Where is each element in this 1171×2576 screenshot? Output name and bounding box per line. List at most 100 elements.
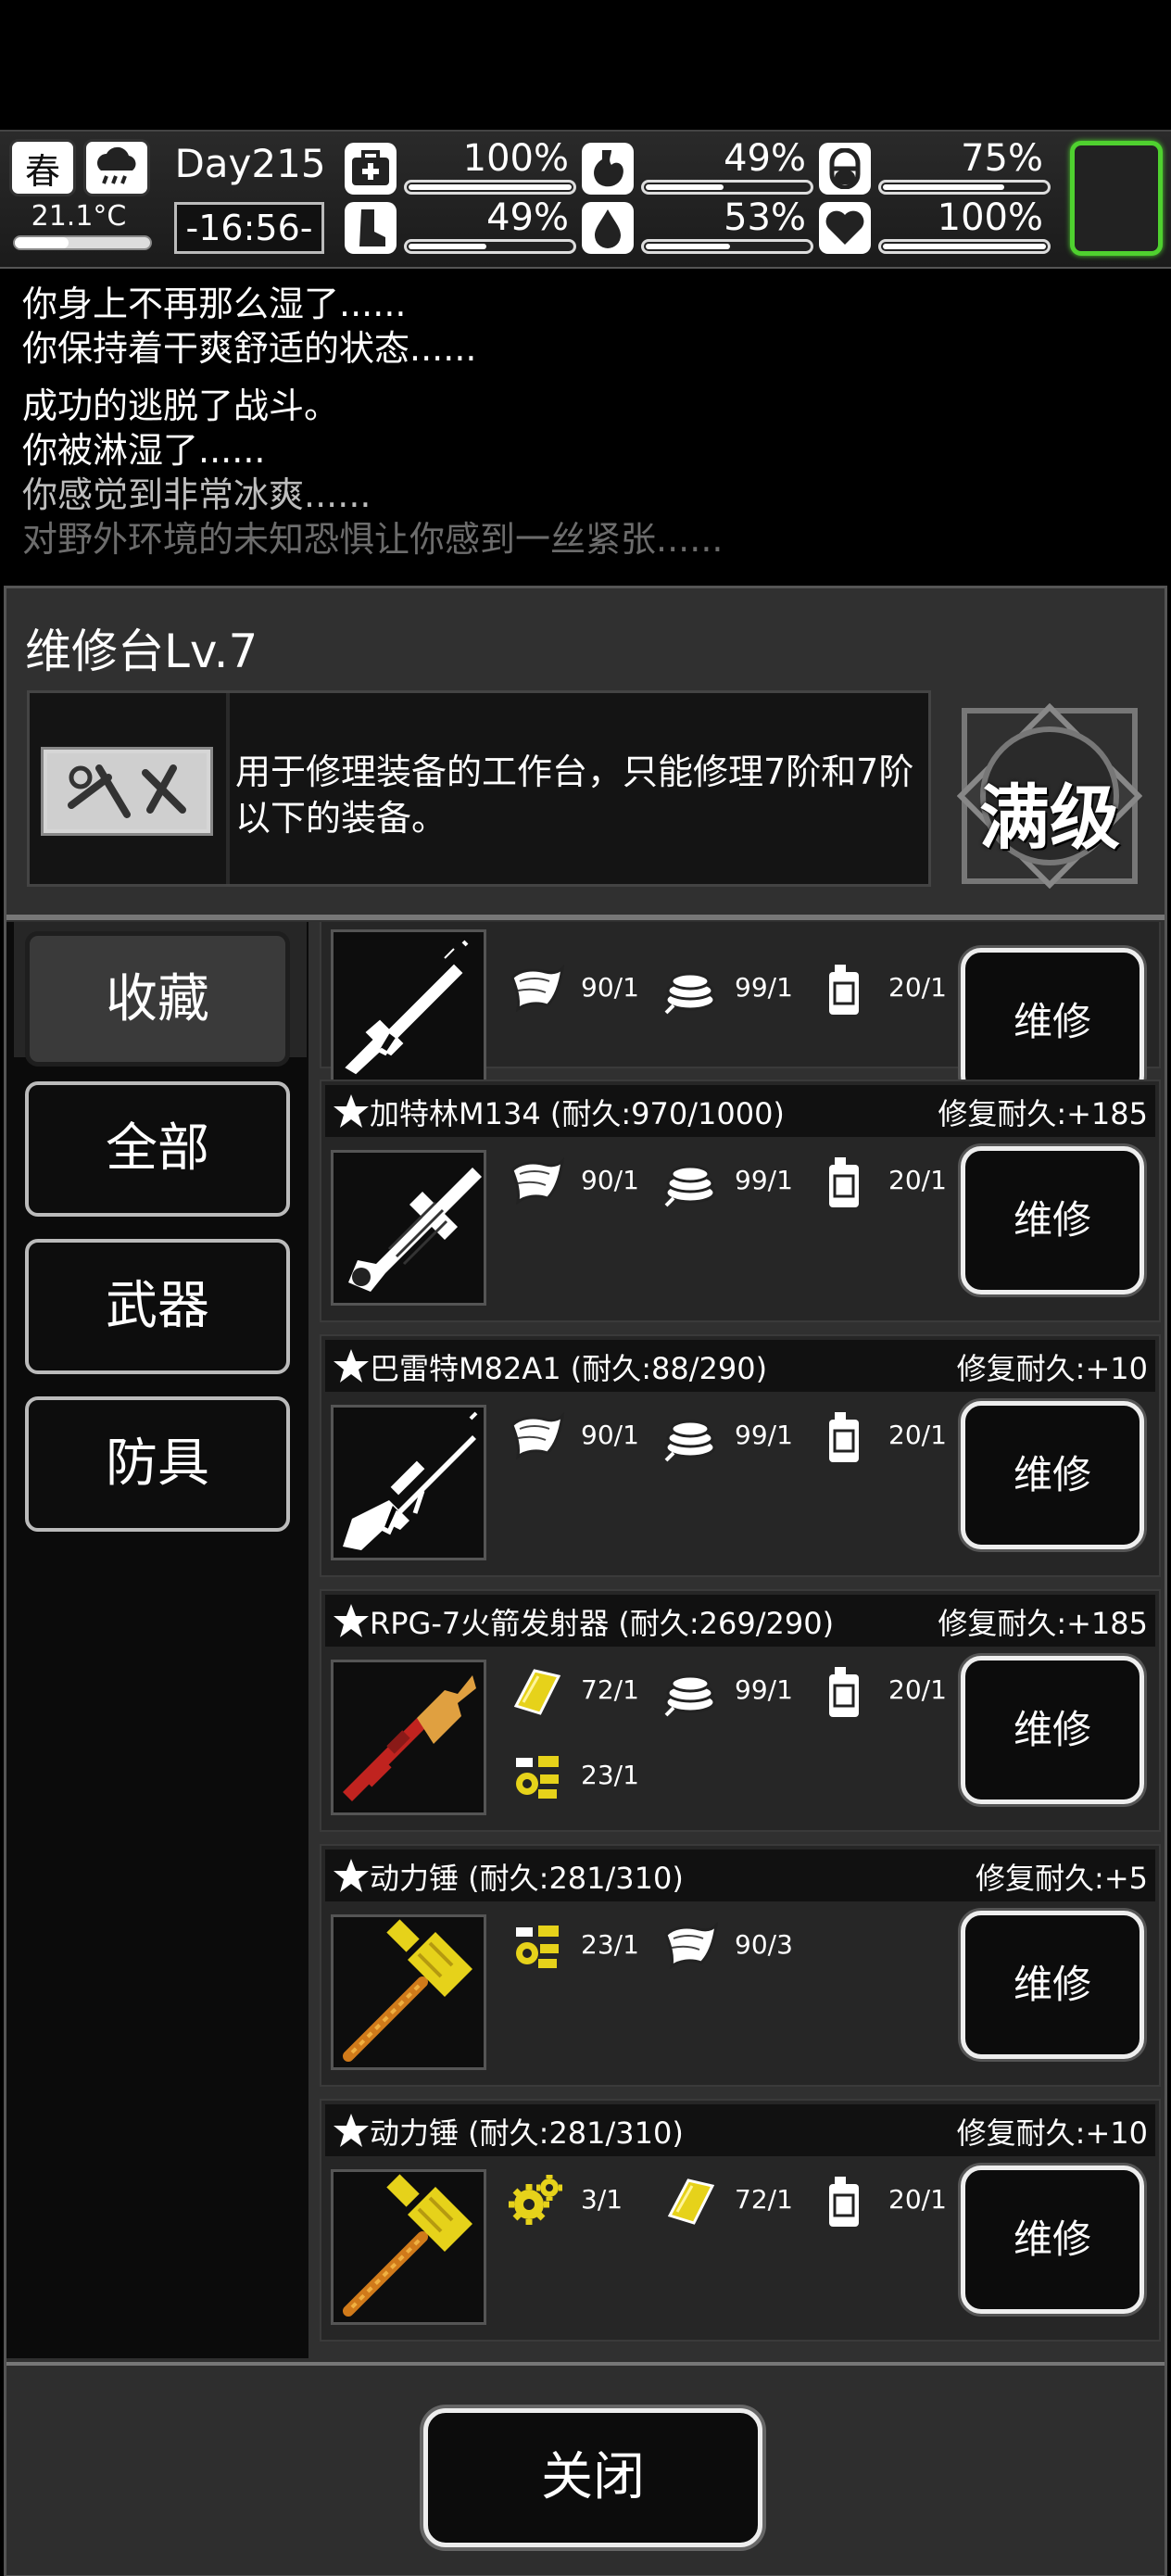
stat-bar-fill (409, 244, 487, 249)
stat-bar (404, 239, 576, 254)
material-requirement: 23/1 (507, 1747, 664, 1802)
rpg-icon (331, 1660, 486, 1815)
hammer-icon (331, 2169, 486, 2325)
item-header: 巴雷特M82A1 (耐久:88/290) 修复耐久:+10 (325, 1340, 1155, 1392)
quick-slot-button[interactable] (1070, 141, 1163, 256)
cloth-icon (507, 1152, 566, 1211)
season-badge: 春 (9, 139, 76, 196)
stat-health: 100% (345, 137, 576, 196)
stat-bar (641, 180, 813, 195)
item-header: 动力锤 (耐久:281/310) 修复耐久:+5 (325, 1850, 1155, 1901)
repair-bonus: 修复耐久:+5 (976, 1861, 1148, 1896)
tab-all[interactable]: 全部 (25, 1081, 290, 1217)
log-line: 成功的逃脱了战斗。 (22, 385, 340, 426)
material-count: 72/1 (735, 2184, 793, 2215)
stat-value: 100% (937, 196, 1043, 239)
material-requirement: 90/1 (507, 1407, 664, 1462)
message-log: 你身上不再那么湿了...... 你保持着干爽舒适的状态...... 成功的逃脱了… (0, 271, 1171, 576)
material-requirement: 20/1 (814, 959, 972, 1015)
material-requirement: 20/1 (814, 1152, 972, 1207)
rope-icon (661, 1661, 720, 1721)
material-requirement: 99/1 (661, 959, 818, 1015)
material-requirement: 99/1 (661, 1661, 818, 1717)
tab-favorites[interactable]: 收藏 (25, 931, 290, 1067)
repair-bonus: 修复耐久:+10 (956, 1351, 1148, 1386)
repair-bench-panel: 维修台Lv.7 用于修理装备的工作台，只能修理7阶和7阶以下的装备。 满级 收藏… (4, 586, 1167, 2576)
divider (6, 915, 1165, 920)
gear-icon (507, 2171, 566, 2230)
cloth-icon (507, 959, 566, 1018)
repair-bonus: 修复耐久:+185 (938, 1606, 1148, 1641)
temperature-label: 21.1°C (31, 200, 127, 233)
material-count: 90/1 (581, 1165, 639, 1195)
material-count: 99/1 (735, 1165, 793, 1195)
clock-time: -16:56- (174, 202, 324, 254)
stat-water: 53% (582, 196, 813, 256)
material-requirement: 72/1 (661, 2171, 818, 2227)
gold-plate-icon (661, 2171, 720, 2230)
material-count: 23/1 (581, 1760, 639, 1790)
workbench-tools-icon (41, 747, 213, 836)
stat-stomach: 49% (582, 137, 813, 196)
material-count: 99/1 (735, 972, 793, 1003)
repair-item-card: 动力锤 (耐久:281/310) 修复耐久:+5 23/1 90/3 维修 (320, 1844, 1161, 2087)
repair-item-card: 巴雷特M82A1 (耐久:88/290) 修复耐久:+10 90/1 99/1 20/1… (320, 1334, 1161, 1577)
material-requirement: 90/1 (507, 1152, 664, 1207)
rifle-icon (331, 929, 486, 1085)
stat-bar (641, 239, 813, 254)
boot-icon (345, 202, 397, 254)
parts-icon (507, 1916, 566, 1976)
tab-armor[interactable]: 防具 (25, 1396, 290, 1532)
stat-value: 75% (961, 137, 1043, 180)
stat-value: 49% (486, 196, 569, 239)
stat-bar-fill (883, 184, 1004, 190)
parts-icon (507, 1747, 566, 1806)
close-button[interactable]: 关闭 (423, 2408, 762, 2547)
item-name: 加特林M134 (耐久:970/1000) (370, 1096, 785, 1131)
stat-bar (404, 180, 576, 195)
material-requirement: 72/1 (507, 1661, 664, 1717)
material-requirement: 90/1 (507, 959, 664, 1015)
stat-value: 53% (724, 196, 806, 239)
medkit-icon (345, 143, 397, 195)
item-name: RPG-7火箭发射器 (耐久:269/290) (370, 1606, 835, 1641)
log-line: 对野外环境的未知恐惧让你感到一丝紧张...... (22, 519, 724, 560)
tab-weapons[interactable]: 武器 (25, 1239, 290, 1374)
repair-button[interactable]: 维修 (961, 1656, 1144, 1804)
stat-capsule: 75% (819, 137, 1051, 196)
repair-item-list[interactable]: 90/1 99/1 20/1 维修 加特林M134 (耐久:970/1000) 修复耐久:… (312, 922, 1163, 2358)
cloth-icon (507, 1407, 566, 1466)
stat-bar (878, 239, 1051, 254)
repair-button[interactable]: 维修 (961, 1401, 1144, 1549)
oil-can-icon (814, 959, 874, 1018)
stat-bar-fill (646, 244, 731, 249)
stat-value: 100% (462, 137, 569, 180)
gatling-icon (331, 1150, 486, 1306)
repair-button[interactable]: 维修 (961, 2166, 1144, 2314)
repair-item-card: 动力锤 (耐久:281/310) 修复耐久:+10 3/1 72/1 20/1 维修 (320, 2099, 1161, 2342)
material-count: 20/1 (888, 1420, 947, 1450)
oil-can-icon (814, 1407, 874, 1466)
bottom-bar: 关闭 (6, 2362, 1165, 2575)
repair-button[interactable]: 维修 (961, 948, 1144, 1096)
stat-bar-fill (646, 184, 724, 190)
item-name: 巴雷特M82A1 (耐久:88/290) (370, 1351, 768, 1386)
heart-icon (819, 202, 871, 254)
item-header: 加特林M134 (耐久:970/1000) 修复耐久:+185 (325, 1085, 1155, 1137)
category-tabs: 收藏 全部 武器 防具 (6, 922, 308, 2358)
stat-mood: 100% (819, 196, 1051, 256)
material-requirement: 23/1 (507, 1916, 664, 1972)
repair-button[interactable]: 维修 (961, 1146, 1144, 1294)
rain-cloud-icon (83, 139, 150, 196)
repair-item-card: 90/1 99/1 20/1 维修 (320, 922, 1161, 1096)
material-count: 20/1 (888, 1165, 947, 1195)
material-count: 72/1 (581, 1674, 639, 1705)
rope-icon (661, 1407, 720, 1466)
repair-button[interactable]: 维修 (961, 1911, 1144, 2059)
stat-value: 49% (724, 137, 806, 180)
description-box: 用于修理装备的工作台，只能修理7阶和7阶以下的装备。 (27, 690, 931, 887)
material-count: 20/1 (888, 2184, 947, 2215)
repair-bonus: 修复耐久:+185 (938, 1096, 1148, 1131)
material-requirement: 3/1 (507, 2171, 664, 2227)
material-count: 90/1 (581, 1420, 639, 1450)
